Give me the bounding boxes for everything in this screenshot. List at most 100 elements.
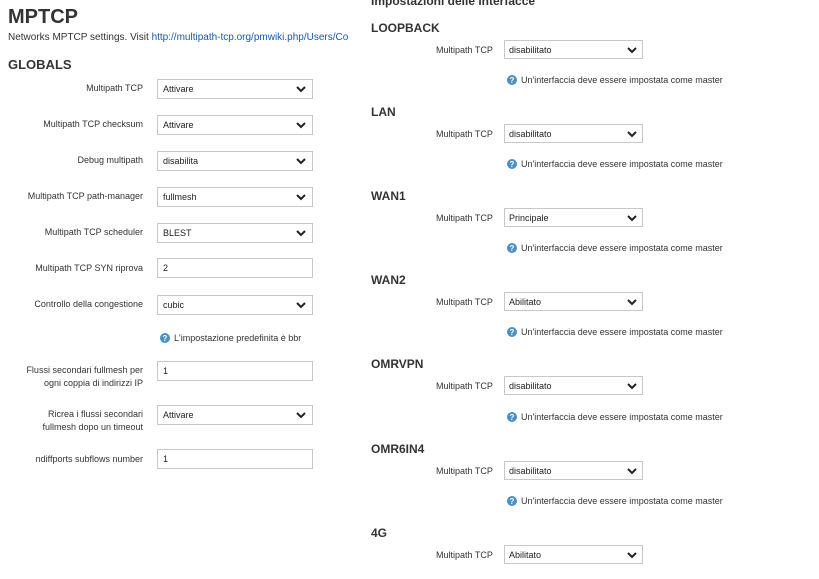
debug-label: Debug multipath [77, 155, 143, 165]
interface-name-wan1: WAN1 [371, 189, 406, 203]
syn-retries-label: Multipath TCP SYN riprova [35, 263, 143, 273]
scheduler-label: Multipath TCP scheduler [44, 227, 143, 237]
help-icon: ? [507, 496, 517, 506]
chevron-down-icon [295, 156, 307, 166]
debug-value: disabilita [163, 156, 199, 166]
subflows-label-line1: Flussi secondari fullmesh per [26, 365, 143, 375]
interface-hint: ? Un'interfaccia deve essere impostata co… [507, 327, 723, 337]
subflows-value: 1 [163, 366, 169, 376]
wan1-select[interactable]: Principale [504, 208, 643, 227]
interface-hint: ? Un'interfaccia deve essere impostata co… [507, 496, 723, 506]
help-icon: ? [507, 159, 517, 169]
description-text: Networks MPTCP settings. Visit [8, 32, 152, 43]
interfaces-section-title: Impostazioni delle interfacce [371, 0, 536, 8]
congestion-hint-text: L'impostazione predefinita è bbr [174, 333, 302, 343]
interface-hint-text: Un'interfaccia deve essere impostata com… [521, 327, 723, 337]
syn-retries-input[interactable]: 2 [157, 258, 313, 278]
interface-hint: ? Un'interfaccia deve essere impostata co… [507, 243, 723, 253]
scheduler-select[interactable]: BLEST [157, 223, 313, 243]
checksum-value: Attivare [163, 120, 194, 130]
chevron-down-icon [295, 228, 307, 238]
interface-name-omrvpn: OMRVPN [371, 357, 424, 371]
wan2-value: Abilitato [509, 296, 542, 307]
ndiffports-input[interactable]: 1 [157, 449, 313, 469]
interface-field-label: Multipath TCP [436, 297, 493, 307]
checksum-select[interactable]: Attivare [157, 115, 313, 135]
interface-name-lan: LAN [371, 105, 396, 119]
chevron-down-icon [295, 192, 307, 202]
documentation-link[interactable]: http://multipath-tcp.org/pmwiki.php/User… [152, 32, 348, 43]
interface-field-label: Multipath TCP [436, 381, 493, 391]
4g-select[interactable]: Abilitato [504, 545, 643, 564]
interface-field-label: Multipath TCP [436, 45, 493, 55]
chevron-down-icon [626, 550, 638, 560]
chevron-down-icon [295, 120, 307, 130]
congestion-hint: ? L'impostazione predefinita è bbr [160, 333, 301, 343]
chevron-down-icon [295, 300, 307, 310]
chevron-down-icon [295, 84, 307, 94]
omrvpn-value: disabilitato [509, 380, 552, 391]
syn-retries-value: 2 [163, 263, 169, 273]
interface-name-wan2: WAN2 [371, 273, 406, 287]
interface-hint-text: Un'interfaccia deve essere impostata com… [521, 243, 723, 253]
4g-value: Abilitato [509, 549, 542, 560]
help-icon: ? [507, 412, 517, 422]
interface-name-loopback: LOOPBACK [371, 21, 440, 35]
debug-select[interactable]: disabilita [157, 151, 313, 171]
loopback-value: disabilitato [509, 44, 552, 55]
chevron-down-icon [626, 466, 638, 476]
omr6in4-value: disabilitato [509, 465, 552, 476]
loopback-select[interactable]: disabilitato [504, 40, 643, 59]
chevron-down-icon [626, 129, 638, 139]
chevron-down-icon [626, 45, 638, 55]
subflows-label: Flussi secondari fullmesh per ogni coppia… [8, 364, 143, 390]
help-icon: ? [507, 327, 517, 337]
congestion-value: cubic [163, 300, 185, 310]
help-icon: ? [507, 243, 517, 253]
congestion-select[interactable]: cubic [157, 295, 313, 315]
globals-section-title: GLOBALS [8, 57, 72, 72]
recreate-label: Ricrea i flussi secondari fullmesh dopo u… [8, 408, 143, 434]
chevron-down-icon [626, 381, 638, 391]
omr6in4-select[interactable]: disabilitato [504, 461, 643, 480]
interface-name-omr6in4: OMR6IN4 [371, 442, 425, 456]
recreate-select[interactable]: Attivare [157, 405, 313, 425]
interface-field-label: Multipath TCP [436, 550, 493, 560]
help-icon: ? [160, 333, 170, 343]
path-manager-value: fullmesh [163, 192, 197, 202]
interface-hint: ? Un'interfaccia deve essere impostata co… [507, 75, 723, 85]
wan1-value: Principale [509, 212, 549, 223]
interface-field-label: Multipath TCP [436, 466, 493, 476]
path-manager-select[interactable]: fullmesh [157, 187, 313, 207]
ndiffports-value: 1 [163, 454, 169, 464]
interface-name-4g: 4G [371, 526, 388, 540]
interface-hint: ? Un'interfaccia deve essere impostata co… [507, 159, 723, 169]
wan2-select[interactable]: Abilitato [504, 292, 643, 311]
omrvpn-select[interactable]: disabilitato [504, 376, 643, 395]
subflows-input[interactable]: 1 [157, 361, 313, 381]
interface-hint-text: Un'interfaccia deve essere impostata com… [521, 75, 723, 85]
recreate-label-line1: Ricrea i flussi secondari [47, 409, 143, 419]
interface-hint-text: Un'interfaccia deve essere impostata com… [521, 159, 723, 169]
interface-hint-text: Un'interfaccia deve essere impostata com… [521, 412, 723, 422]
interface-field-label: Multipath TCP [436, 213, 493, 223]
multipath-tcp-value: Attivare [163, 84, 194, 94]
multipath-tcp-select[interactable]: Attivare [157, 79, 313, 99]
path-manager-label: Multipath TCP path-manager [27, 191, 143, 201]
multipath-tcp-label: Multipath TCP [86, 83, 143, 93]
page-description: Networks MPTCP settings. Visit http://mu… [8, 32, 348, 43]
chevron-down-icon [626, 297, 638, 307]
chevron-down-icon [626, 213, 638, 223]
interface-field-label: Multipath TCP [436, 129, 493, 139]
recreate-label-line2: fullmesh dopo un timeout [42, 422, 143, 432]
lan-value: disabilitato [509, 128, 552, 139]
interface-hint: ? Un'interfaccia deve essere impostata co… [507, 412, 723, 422]
checksum-label: Multipath TCP checksum [43, 119, 143, 129]
lan-select[interactable]: disabilitato [504, 124, 643, 143]
ndiffports-label: ndiffports subflows number [35, 454, 143, 464]
scheduler-value: BLEST [163, 228, 192, 238]
help-icon: ? [507, 75, 517, 85]
recreate-value: Attivare [163, 410, 194, 420]
interface-hint-text: Un'interfaccia deve essere impostata com… [521, 496, 723, 506]
congestion-label: Controllo della congestione [34, 299, 143, 309]
